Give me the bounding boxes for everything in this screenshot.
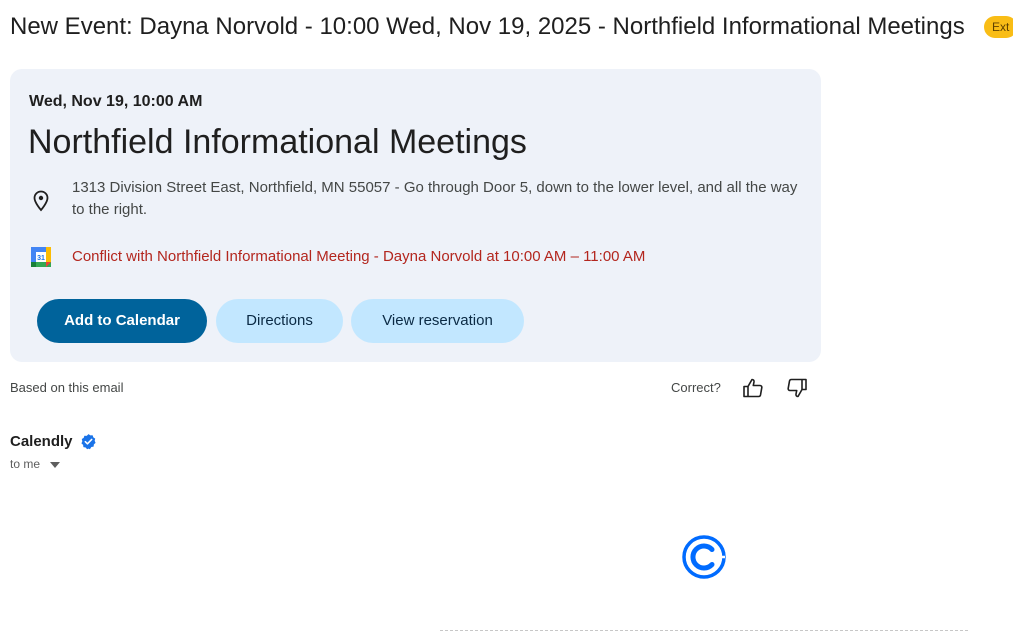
caret-down-icon[interactable] — [50, 462, 60, 468]
event-date-time: Wed, Nov 19, 10:00 AM — [29, 93, 203, 110]
event-card: Wed, Nov 19, 10:00 AM Northfield Informa… — [10, 69, 821, 362]
verified-badge-icon — [81, 434, 96, 450]
thumbs-down-icon[interactable] — [786, 377, 808, 399]
email-view: New Event: Dayna Norvold - 10:00 Wed, No… — [0, 0, 1013, 632]
sender-name[interactable]: Calendly — [10, 433, 73, 450]
google-calendar-icon: 31 — [31, 247, 51, 267]
recipient-label: to me — [10, 457, 41, 471]
view-reservation-button[interactable]: View reservation — [351, 299, 524, 343]
email-subject: New Event: Dayna Norvold - 10:00 Wed, No… — [10, 13, 965, 40]
event-title: Northfield Informational Meetings — [28, 123, 527, 161]
add-to-calendar-button[interactable]: Add to Calendar — [37, 299, 207, 343]
calendar-icon-day: 31 — [37, 255, 45, 262]
event-location: 1313 Division Street East, Northfield, M… — [72, 179, 798, 218]
calendly-logo-icon — [682, 535, 726, 579]
location-pin-icon — [33, 190, 49, 212]
content-divider — [440, 630, 968, 631]
thumbs-up-icon[interactable] — [742, 377, 764, 399]
external-label-badge[interactable]: Ext — [984, 16, 1013, 38]
correct-prompt: Correct? — [671, 380, 721, 395]
calendar-conflict-notice[interactable]: Conflict with Northfield Informational M… — [72, 246, 645, 268]
based-on-email-note: Based on this email — [10, 380, 124, 395]
directions-button[interactable]: Directions — [216, 299, 343, 343]
